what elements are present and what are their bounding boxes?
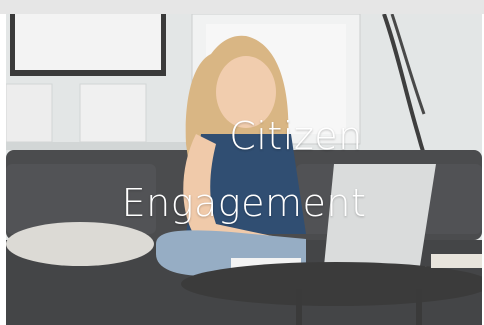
top-divider-strip: [0, 0, 484, 14]
hero-title-line-1: Citizen: [229, 114, 363, 158]
hero-banner[interactable]: Citizen Engagement: [6, 14, 482, 325]
hero-title-line-2: Engagement: [121, 181, 367, 225]
hero-photo: [6, 14, 482, 325]
